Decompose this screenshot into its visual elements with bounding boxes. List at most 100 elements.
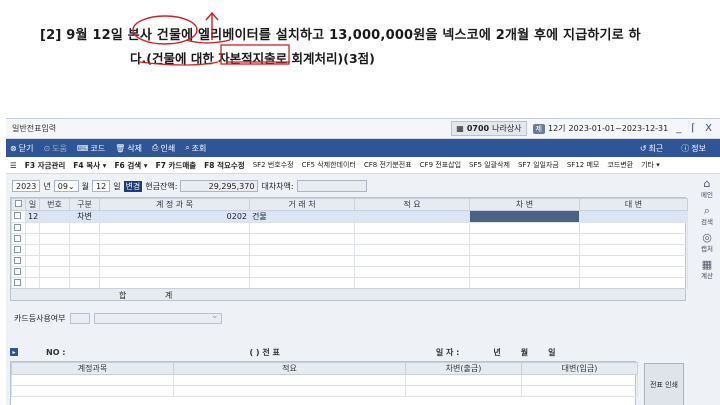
print-button[interactable]: ⎙ 인쇄 bbox=[152, 143, 175, 154]
company-selector[interactable]: ▦ 0700 나라상사 bbox=[451, 121, 527, 136]
history-icon: ↺ bbox=[639, 143, 647, 153]
print-slip-button[interactable]: 전표 인쇄 bbox=[644, 363, 684, 405]
delete-button[interactable]: 🗑 삭제 bbox=[115, 143, 142, 154]
table-row[interactable] bbox=[11, 255, 688, 267]
table-row[interactable] bbox=[11, 266, 688, 278]
side-panel: ⌂ 메인 ⌕ 검색 ◎ 캡처 ▦ 계산 bbox=[694, 178, 720, 280]
fiscal-period[interactable]: 제 12기 2023-01-01~2023-12-31 bbox=[532, 123, 669, 134]
minimize-icon[interactable]: _ bbox=[674, 123, 683, 134]
cell-account-code[interactable]: 0202 bbox=[99, 210, 250, 223]
card-usage-code[interactable] bbox=[69, 313, 90, 324]
slip-col-debit: 차변(출금) bbox=[405, 362, 522, 375]
function-toolbar: ☰ F3 자금관리 F4 복사 ▾ F6 검색 ▾ F7 카드매출 F8 적요수… bbox=[6, 157, 720, 174]
col-memo: 적 요 bbox=[354, 198, 470, 211]
slip-no-label: NO : bbox=[46, 347, 66, 357]
total-label: 합 계 bbox=[119, 291, 191, 300]
slip-col-account: 계정과목 bbox=[11, 362, 174, 375]
table-row[interactable]: 12 차변 0202 건물 bbox=[11, 210, 688, 223]
period-badge: 제 bbox=[532, 123, 545, 134]
cell-type[interactable]: 차변 bbox=[69, 210, 100, 223]
difference-label: 대차차액: bbox=[261, 181, 294, 191]
cell-account-name[interactable]: 건물 bbox=[249, 210, 355, 223]
trash-icon: 🗑 bbox=[115, 143, 126, 153]
difference-value bbox=[296, 180, 367, 192]
fkey-f8[interactable]: F8 적요수정 bbox=[204, 160, 245, 171]
fkey-sf7[interactable]: SF7 일일자금 bbox=[518, 160, 559, 170]
lookup-button[interactable]: ⌕ 조회 bbox=[185, 143, 206, 154]
total-row: 합 계 bbox=[11, 288, 685, 300]
window-title: 일반전표입력 bbox=[12, 124, 57, 133]
card-usage-select[interactable] bbox=[93, 311, 222, 324]
side-calculator-button[interactable]: ▦ 계산 bbox=[701, 259, 713, 280]
printer-icon: ⎙ bbox=[152, 143, 159, 152]
cell-day[interactable]: 12 bbox=[25, 210, 40, 223]
maximize-icon[interactable]: ⌈ bbox=[689, 123, 697, 134]
side-capture-button[interactable]: ◎ 캡처 bbox=[701, 232, 713, 253]
row-checkbox[interactable] bbox=[11, 210, 26, 223]
fkey-sf5[interactable]: SF5 일괄삭제 bbox=[469, 160, 510, 170]
table-row[interactable] bbox=[11, 277, 688, 289]
period-range: 2023-01-01~2023-12-31 bbox=[568, 124, 669, 133]
slip-day: 일 bbox=[548, 347, 556, 357]
cell-number[interactable] bbox=[39, 210, 70, 223]
fkey-cf5[interactable]: CF5 삭제한데이터 bbox=[302, 160, 356, 170]
info-button[interactable]: ⓘ 정보 bbox=[681, 143, 706, 154]
table-row[interactable] bbox=[11, 233, 688, 245]
menu-icon[interactable]: ☰ bbox=[10, 161, 17, 170]
building-icon: ▦ bbox=[456, 124, 464, 133]
cell-debit[interactable] bbox=[469, 210, 580, 223]
table-row[interactable] bbox=[11, 222, 688, 234]
fkey-f6[interactable]: F6 검색 ▾ bbox=[114, 160, 147, 171]
journal-grid: 일 번호 구분 계 정 과 목 거 래 처 적 요 차 변 대 변 12 차변 … bbox=[10, 197, 688, 301]
close-button[interactable]: ⊗ 닫기 bbox=[10, 143, 33, 154]
fkey-f3[interactable]: F3 자금관리 bbox=[25, 160, 66, 171]
cash-balance-value: 29,295,370 bbox=[180, 180, 259, 192]
more-button[interactable]: 기타 ▾ bbox=[641, 160, 660, 170]
collapse-icon[interactable]: ▸ bbox=[10, 348, 18, 356]
table-row bbox=[11, 385, 638, 397]
help-icon: ⊙ bbox=[43, 143, 51, 153]
select-all-checkbox[interactable] bbox=[11, 198, 26, 211]
slip-year: 년 bbox=[493, 347, 501, 357]
journal-entry-window: 일반전표입력 ▦ 0700 나라상사 제 12기 2023-01-01~2023… bbox=[6, 118, 720, 405]
close-circle-icon: ⊗ bbox=[10, 143, 17, 153]
fkey-f4[interactable]: F4 복사 ▾ bbox=[73, 160, 106, 171]
home-icon: ⌂ bbox=[703, 177, 711, 190]
main-toolbar: ⊗ 닫기 ⊙ 도움 ⌨ 코드 🗑 삭제 ⎙ 인쇄 ⌕ 조회 ↺ 최근 ⓘ 정보 bbox=[6, 139, 720, 157]
slip-header: ▸ NO : ( ) 전 표 일 자 : 년 월 일 bbox=[8, 346, 716, 358]
col-number: 번호 bbox=[39, 198, 70, 211]
help-button[interactable]: ⊙ 도움 bbox=[43, 143, 66, 154]
table-row bbox=[11, 374, 638, 386]
company-code: 0700 bbox=[466, 124, 490, 133]
calculator-icon: ▦ bbox=[701, 258, 713, 271]
slip-preview: 계정과목 적요 차변(출금) 대변(입금) bbox=[10, 361, 638, 405]
table-row[interactable] bbox=[11, 244, 688, 256]
day-input[interactable]: 12 bbox=[92, 180, 111, 192]
change-label[interactable]: 변경 bbox=[123, 180, 143, 192]
cell-credit[interactable] bbox=[579, 210, 688, 223]
code-button[interactable]: ⌨ 코드 bbox=[77, 143, 105, 154]
recent-button[interactable]: ↺ 최근 bbox=[640, 143, 663, 154]
code-convert-button[interactable]: 코드변환 bbox=[607, 160, 633, 170]
close-icon[interactable]: X bbox=[703, 123, 714, 134]
chevron-down-icon: ⌄ bbox=[67, 181, 75, 191]
side-search-button[interactable]: ⌕ 검색 bbox=[701, 205, 713, 226]
fkey-cf9[interactable]: CF9 전표삽입 bbox=[420, 160, 461, 170]
year-input[interactable]: 2023 bbox=[12, 180, 41, 192]
grid-header: 일 번호 구분 계 정 과 목 거 래 처 적 요 차 변 대 변 bbox=[11, 198, 688, 211]
card-usage-label: 카드등사용여부 bbox=[14, 314, 66, 323]
cell-memo[interactable] bbox=[354, 210, 470, 223]
question-line-1: [2] 9월 12일 본사 건물에 엘리베이터를 설치하고 13,000,000… bbox=[40, 28, 641, 43]
fkey-sf2[interactable]: SF2 번호수정 bbox=[253, 160, 294, 170]
month-select[interactable]: 09 ⌄ bbox=[53, 180, 79, 192]
fkey-sf12[interactable]: SF12 메모 bbox=[567, 160, 599, 170]
fkey-f7[interactable]: F7 카드매출 bbox=[156, 160, 197, 171]
col-day: 일 bbox=[25, 198, 40, 211]
fkey-cf8[interactable]: CF8 전기분전표 bbox=[364, 160, 412, 170]
day-label: 일 bbox=[113, 181, 121, 191]
col-vendor: 거 래 처 bbox=[249, 198, 355, 211]
side-main-button[interactable]: ⌂ 메인 bbox=[701, 178, 713, 199]
date-filter-row: 2023 년 09 ⌄ 월 12 일 변경 현금잔액: 29,295,370 대… bbox=[6, 178, 720, 194]
question-area: [2] 9월 12일 본사 건물에 엘리베이터를 설치하고 13,000,000… bbox=[0, 0, 720, 118]
col-type: 구분 bbox=[69, 198, 100, 211]
